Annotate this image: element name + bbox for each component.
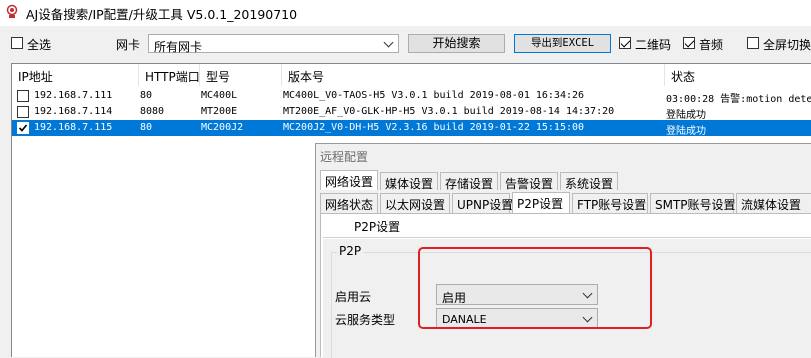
fullscreen-label: 全屏切换 <box>763 38 811 52</box>
cell-model: MC400L <box>201 90 238 101</box>
highlight-box <box>418 247 652 329</box>
table-row[interactable]: 192.168.7.114 8080 MT200E MT200E_AF_V0-G… <box>12 104 811 121</box>
cell-version: MC200J2_V0-DH-H5 V2.3.16 build 2019-01-2… <box>283 122 585 133</box>
cell-ip: 192.168.7.114 <box>34 106 113 117</box>
column-header-port[interactable]: HTTP端口 <box>139 64 200 86</box>
cell-status: 03:00:28 告警:motion detect <box>666 94 811 105</box>
column-header-version[interactable]: 版本号 <box>282 64 665 86</box>
dialog-title: 远程配置 <box>320 150 369 164</box>
cell-port: 8080 <box>140 106 165 117</box>
cell-ip: 192.168.7.111 <box>34 90 113 101</box>
tab-streaming-settings[interactable]: 流媒体设置 <box>736 193 811 213</box>
cloud-type-label: 云服务类型 <box>335 313 396 327</box>
cell-status: 登陆成功 <box>666 126 706 137</box>
tab-upnp-settings[interactable]: UPNP设置 <box>452 193 513 213</box>
chevron-down-icon <box>383 37 394 48</box>
nic-select-value: 所有网卡 <box>154 40 203 54</box>
audio-label: 音频 <box>699 38 724 52</box>
row-checkbox[interactable] <box>17 90 29 102</box>
cell-version: MC400L_V0-TAOS-H5 V3.0.1 build 2019-08-0… <box>283 90 585 101</box>
export-excel-button[interactable]: 导出到EXCEL <box>514 34 611 53</box>
toolbar: 全选 网卡 所有网卡 开始搜索 导出到EXCEL 二维码 音频 全屏切换 <box>0 26 811 62</box>
tab-ftp-account-settings[interactable]: FTP账号设置 <box>572 193 648 213</box>
divider <box>323 237 811 238</box>
nic-select[interactable]: 所有网卡 <box>148 34 399 54</box>
tab-alarm-settings[interactable]: 告警设置 <box>500 172 558 191</box>
tab-smtp-account-settings[interactable]: SMTP账号设置 <box>650 193 736 213</box>
cell-model: MT200E <box>201 106 238 117</box>
window-title: AJ设备搜索/IP配置/升级工具 V5.0.1_20190710 <box>26 7 298 22</box>
qrcode-checkbox[interactable] <box>619 37 631 49</box>
p2p-group-label: P2P <box>337 244 364 258</box>
fullscreen-checkbox[interactable] <box>747 37 759 49</box>
row-checkbox[interactable] <box>17 122 29 134</box>
audio-checkbox[interactable] <box>683 37 695 49</box>
table-row[interactable]: 192.168.7.111 80 MC400L MC400L_V0-TAOS-H… <box>12 88 811 105</box>
column-header-model[interactable]: 型号 <box>200 64 282 86</box>
tab-p2p-inner[interactable]: P2P设置 <box>354 218 400 235</box>
select-all-checkbox[interactable] <box>11 37 23 49</box>
tab-system-settings[interactable]: 系统设置 <box>560 172 618 191</box>
tab-storage-settings[interactable]: 存储设置 <box>440 172 498 191</box>
enable-cloud-label: 启用云 <box>335 290 372 304</box>
cell-ip: 192.168.7.115 <box>34 122 113 133</box>
column-header-ip[interactable]: IP地址 <box>12 64 139 86</box>
cell-version: MT200E_AF_V0-GLK-HP-H5 V3.0.1 build 2019… <box>283 106 615 117</box>
cell-port: 80 <box>140 90 153 101</box>
nic-label: 网卡 <box>116 38 141 52</box>
row-checkbox[interactable] <box>17 106 29 118</box>
select-all-label: 全选 <box>27 38 52 52</box>
column-header-status[interactable]: 状态 <box>665 64 811 86</box>
cell-port: 80 <box>140 122 153 133</box>
tab-p2p-settings[interactable]: P2P设置 <box>512 192 570 213</box>
start-search-button[interactable]: 开始搜索 <box>408 34 505 53</box>
title-bar: AJ设备搜索/IP配置/升级工具 V5.0.1_20190710 <box>0 0 811 26</box>
app-icon <box>4 4 20 20</box>
tab-network-status[interactable]: 网络状态 <box>320 193 378 213</box>
table-row[interactable]: 192.168.7.115 80 MC200J2 MC200J2_V0-DH-H… <box>12 120 811 137</box>
cell-status: 登陆成功 <box>666 110 706 121</box>
tab-network-settings[interactable]: 网络设置 <box>320 170 378 190</box>
tab-ethernet-settings[interactable]: 以太网设置 <box>380 193 450 213</box>
tab-media-settings[interactable]: 媒体设置 <box>380 172 438 191</box>
cell-model: MC200J2 <box>201 122 244 133</box>
qrcode-label: 二维码 <box>635 38 672 52</box>
